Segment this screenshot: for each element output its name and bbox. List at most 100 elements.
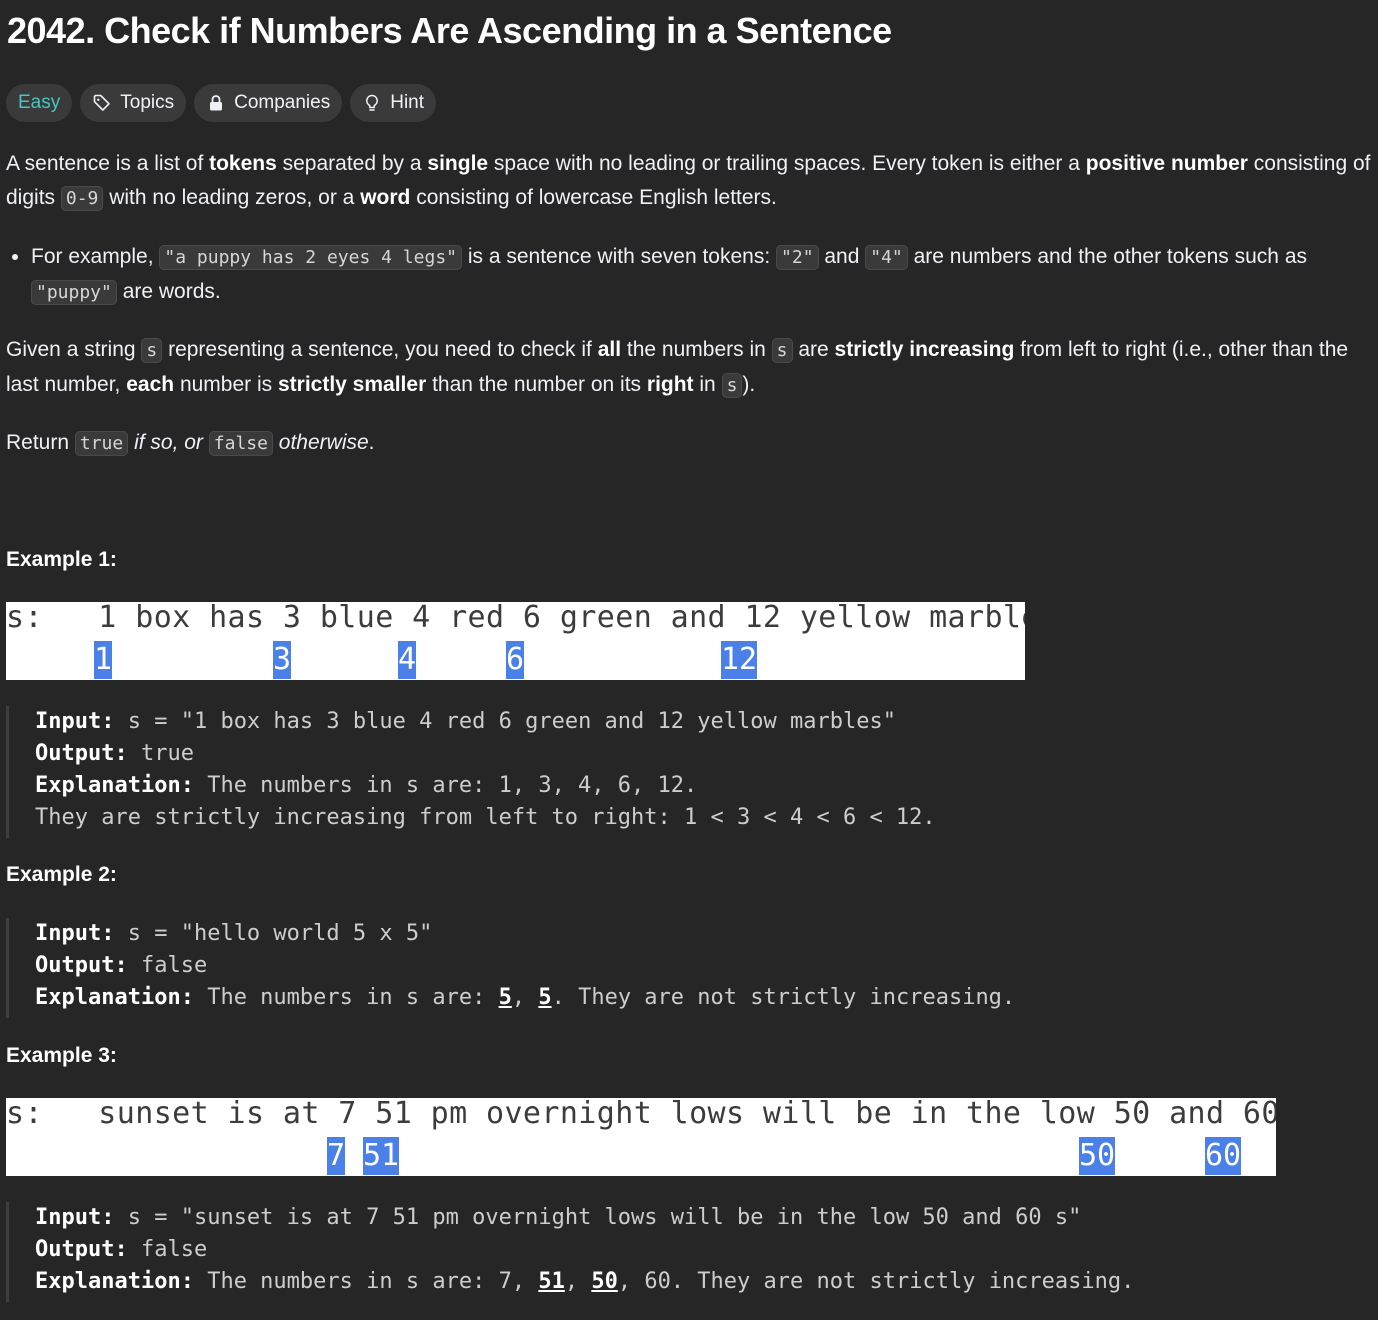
figure-number-highlight: 7: [327, 1137, 346, 1175]
text: .: [368, 431, 375, 454]
text: are: [792, 338, 835, 361]
inline-code: "a puppy has 2 eyes 4 legs": [159, 245, 462, 270]
lightbulb-icon: [362, 93, 382, 113]
input-value: s = "sunset is at 7 51 pm overnight lows…: [114, 1205, 1082, 1230]
text: with no leading zeros, or a: [103, 186, 361, 209]
input-value: s = "1 box has 3 blue 4 red 6 green and …: [114, 709, 896, 734]
description-paragraph-2: Given a string s representing a sentence…: [6, 333, 1372, 403]
underlined-number: 5: [498, 985, 512, 1010]
text: For example,: [31, 245, 160, 268]
explanation-text: The numbers in s are: 7,: [193, 1269, 539, 1294]
explanation-label: Explanation:: [35, 773, 194, 798]
description-paragraph-3: Return true if so, or false otherwise.: [6, 426, 1372, 461]
output-label: Output:: [35, 1237, 128, 1262]
inline-code: true: [74, 431, 129, 456]
inline-code: false: [208, 431, 273, 456]
bold-text: single: [427, 152, 489, 175]
explanation-text: The numbers in s are:: [193, 985, 499, 1010]
text: Given a string: [6, 338, 142, 361]
text: ).: [742, 373, 756, 396]
inline-code: "4": [865, 245, 908, 270]
bold-text: all: [597, 338, 622, 361]
difficulty-badge[interactable]: Easy: [6, 84, 73, 122]
example-2-block: Input: s = "hello world 5 x 5" Output: f…: [6, 918, 1015, 1018]
text: and: [818, 245, 866, 268]
companies-button[interactable]: Companies: [194, 84, 343, 122]
explanation-text: ,: [511, 985, 539, 1010]
list-item: For example, "a puppy has 2 eyes 4 legs"…: [31, 240, 1372, 310]
problem-title: 2042. Check if Numbers Are Ascending in …: [7, 10, 892, 51]
figure-number-highlight: 60: [1205, 1137, 1242, 1175]
figure-sentence: s: sunset is at 7 51 pm overnight lows w…: [6, 1098, 1276, 1131]
example-3-figure: s: sunset is at 7 51 pm overnight lows w…: [6, 1098, 1276, 1176]
topics-label: Topics: [120, 92, 175, 113]
text: are numbers and the other tokens such as: [907, 245, 1308, 268]
text: than the number on its: [426, 373, 647, 396]
explanation-text: They are strictly increasing from left t…: [35, 805, 936, 830]
example-3-block: Input: s = "sunset is at 7 51 pm overnig…: [6, 1202, 1134, 1302]
text: consisting of lowercase English letters.: [410, 186, 777, 209]
description-paragraph-1: A sentence is a list of tokens separated…: [6, 147, 1372, 216]
output-value: true: [127, 741, 194, 766]
bold-text: right: [646, 373, 694, 396]
example-1-title: Example 1:: [6, 548, 117, 571]
difficulty-label: Easy: [18, 92, 61, 113]
underlined-number: 51: [538, 1269, 565, 1294]
text: representing a sentence, you need to che…: [162, 338, 598, 361]
explanation-label: Explanation:: [35, 985, 194, 1010]
tag-icon: [92, 93, 112, 113]
figure-number-highlight: 51: [363, 1137, 400, 1175]
example-2-title: Example 2:: [6, 863, 117, 886]
text: is a sentence with seven tokens:: [462, 245, 777, 268]
bold-text: word: [360, 186, 411, 209]
input-value: s = "hello world 5 x 5": [114, 921, 433, 946]
underlined-number: 5: [538, 985, 552, 1010]
explanation-text: . They are not strictly increasing.: [551, 985, 1016, 1010]
bold-text: strictly smaller: [277, 373, 427, 396]
figure-number-highlight: 50: [1079, 1137, 1116, 1175]
bold-text: tokens: [209, 152, 277, 175]
text: A sentence is a list of: [6, 152, 210, 175]
text: in: [693, 373, 722, 396]
example-1-block: Input: s = "1 box has 3 blue 4 red 6 gre…: [6, 706, 936, 838]
inline-code: 0-9: [60, 186, 104, 211]
inline-code: s: [141, 338, 163, 363]
explanation-text: The numbers in s are: 1, 3, 4, 6, 12.: [193, 773, 698, 798]
text: space with no leading or trailing spaces…: [488, 152, 1086, 175]
italic-text: if so, or: [128, 431, 209, 454]
example-3-title: Example 3:: [6, 1044, 117, 1067]
hint-button[interactable]: Hint: [350, 84, 437, 122]
inline-code: "puppy": [31, 280, 117, 305]
companies-label: Companies: [234, 92, 331, 113]
example-1-figure: s: 1 box has 3 blue 4 red 6 green and 12…: [6, 602, 1025, 680]
inline-code: "2": [776, 245, 819, 270]
bold-text: positive number: [1085, 152, 1248, 175]
figure-number-highlight: 4: [398, 641, 417, 679]
output-value: false: [127, 1237, 208, 1262]
hint-label: Hint: [390, 92, 425, 113]
input-label: Input:: [35, 1205, 115, 1230]
figure-number-highlight: 3: [273, 641, 292, 679]
italic-text: otherwise: [272, 431, 369, 454]
input-label: Input:: [35, 921, 115, 946]
text: are words.: [116, 280, 221, 303]
example-bullet-list: For example, "a puppy has 2 eyes 4 legs"…: [6, 240, 1372, 310]
inline-code: s: [771, 338, 793, 363]
text: the numbers in: [621, 338, 772, 361]
topics-button[interactable]: Topics: [80, 84, 187, 122]
output-label: Output:: [35, 741, 128, 766]
output-value: false: [127, 953, 208, 978]
inline-code: s: [721, 373, 743, 398]
explanation-text: ,: [564, 1269, 592, 1294]
figure-number-highlight: 6: [506, 641, 525, 679]
figure-number-highlight: 1: [94, 641, 113, 679]
text: number is: [174, 373, 278, 396]
explanation-label: Explanation:: [35, 1269, 194, 1294]
bold-text: each: [126, 373, 175, 396]
lock-icon: [206, 93, 226, 113]
text: Return: [6, 431, 75, 454]
output-label: Output:: [35, 953, 128, 978]
figure-sentence: s: 1 box has 3 blue 4 red 6 green and 12…: [6, 602, 1025, 635]
tag-bar: Easy Topics Companies Hint: [6, 84, 437, 122]
figure-number-highlight: 12: [721, 641, 758, 679]
